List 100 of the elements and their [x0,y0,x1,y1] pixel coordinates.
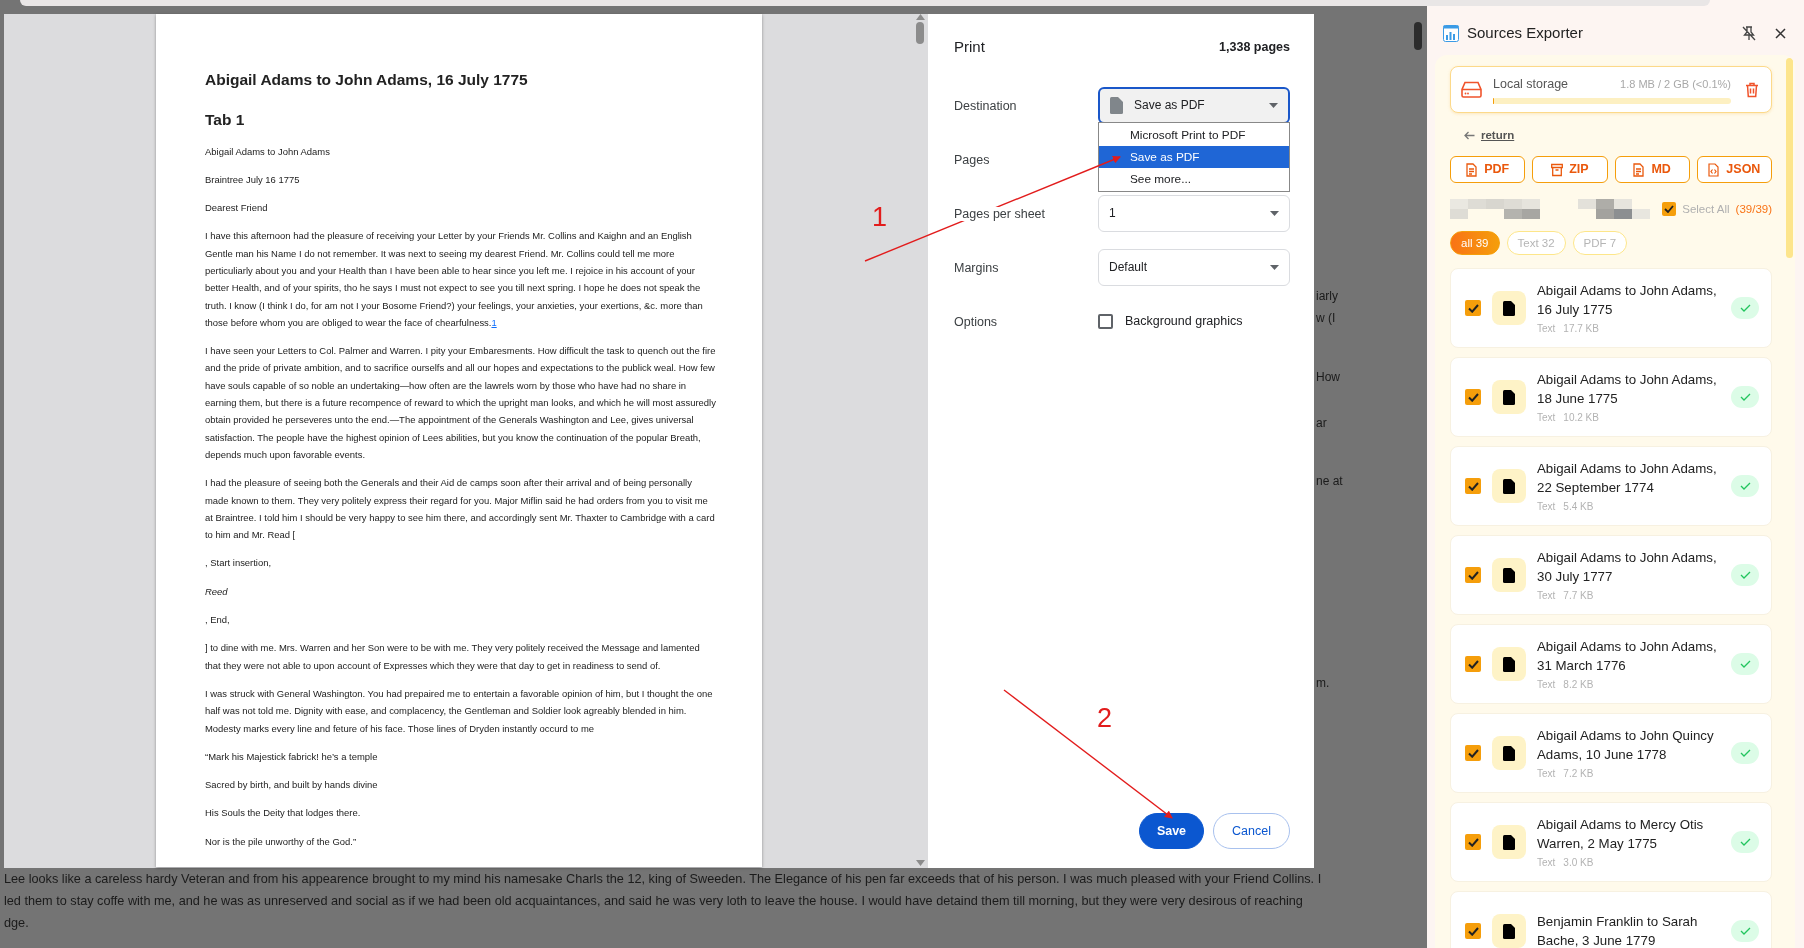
check-icon [1467,748,1479,758]
source-type: Text [1537,588,1556,603]
document-paragraph: ] to dine with me. Mrs. Warren and her Son were to be with me. They very politely received the Message and lamented that they were not able to upon account of Expresses which they were that day to get in readiness to send of. [205,641,701,673]
checkbox[interactable] [1465,834,1481,851]
page-count: 1,338 pages [1219,38,1290,56]
export-button[interactable]: MD [1614,156,1690,184]
document-paragraph: I have this afternoon had the pleasure of receiving your Letter by your Friends Mr. Collins and Kaighn and an English Gentle man his Name I do not remember. It was next to seeing my dearest Friend. Mr. Collins could tell me more perticuliarly about you and your Health than I have been able to hear since you left me. I rejoice in his account of your better Health, and of your spirits, tho he says I must not expect to see you till next spring. I hope he does not speak the truth. I know (I think I do, for am not I your Bosome Friend?) your feelings, your anxieties, your exertions, &c. more than those before whom you are obliged to wear the face of chearfulness.1 [205,229,704,330]
export-button[interactable]: PDF [1450,156,1526,184]
source-size: 5.4 KB [1563,499,1594,514]
close-icon[interactable] [1775,27,1786,39]
check-icon [1739,482,1751,491]
source-card[interactable]: Abigail Adams to John Quincy Adams, 10 June 1778 Text 7.2 KB [1450,713,1772,794]
source-size: 3.0 KB [1563,855,1594,870]
check-icon [1467,392,1479,402]
check-icon [1467,926,1479,936]
back-link[interactable]: return [1464,127,1515,145]
text-fragment: w (I [1316,310,1336,327]
document-paragraph: “Mark his Majestick fabrick! he’s a temple [205,749,379,764]
checkbox[interactable] [1465,478,1481,495]
trash-icon[interactable] [1745,81,1759,98]
document-icon [1503,567,1515,583]
check-icon [1739,393,1751,402]
source-card[interactable]: Abigail Adams to John Adams, 18 June 1775 Text 10.2 KB [1450,357,1772,438]
document-icon [1503,923,1515,939]
source-card[interactable]: Abigail Adams to John Adams, 30 July 1777 Text 7.7 KB [1450,535,1772,616]
footnote-link[interactable]: 1 [491,316,497,328]
check-icon [1739,838,1751,847]
checkbox[interactable] [1465,923,1481,940]
dropdown-option[interactable]: Microsoft Print to PDF [1099,123,1289,146]
source-card[interactable]: Abigail Adams to John Adams, 31 March 1776 Text 8.2 KB [1450,624,1772,705]
document-icon [1503,834,1515,850]
document-heading: Tab 1 [205,110,246,131]
checkbox[interactable] [1465,656,1481,673]
check-icon [1467,570,1479,580]
document-paragraph: His Souls the Deity that lodges there. [205,806,362,821]
text-fragment: iarly [1316,288,1338,305]
source-card[interactable]: Abigail Adams to Mercy Otis Warren, 2 May 1775 Text 3.0 KB [1450,802,1772,883]
text-line: dge. [4,915,29,932]
document-paragraph: I was struck with General Washington. You had prepaired me to entertain a favorable opinion of him, but I thought the one half was not told me. Dignity with ease, and complacency, the Gentleman and Soldier look agreably blended in him. Modesty marks every line and feture of his face. Those lines of Dryden instantly occurd to me [205,686,714,736]
dropdown-option[interactable]: See more... [1099,167,1289,190]
document-paragraph: Reed [205,584,229,599]
source-title: Abigail Adams to John Adams, 22 September 1774 [1537,459,1718,498]
source-type: Text [1537,766,1556,781]
document-icon [1503,389,1515,405]
source-title: Abigail Adams to John Adams, 30 July 1777 [1537,548,1718,587]
export-button[interactable]: ZIP [1532,156,1608,184]
file-icon [1110,96,1123,114]
select-all-label: Select All [1682,201,1730,217]
cancel-button[interactable]: Cancel [1213,813,1290,849]
source-title: Abigail Adams to Mercy Otis Warren, 2 May 1775 [1537,815,1705,854]
dropdown-option[interactable]: Save as PDF [1099,145,1289,168]
check-icon [1664,205,1675,214]
source-card[interactable]: Abigail Adams to John Adams, 22 September 1774 Text 5.4 KB [1450,446,1772,527]
checkbox[interactable] [1098,313,1113,329]
caret-icon [1270,264,1279,270]
select-field[interactable]: Default [1098,248,1290,286]
source-title: Abigail Adams to John Adams, 31 March 1776 [1537,637,1718,676]
check-icon [1739,304,1751,313]
source-size: 17.7 KB [1563,321,1599,336]
text-fragment: ar [1316,415,1327,432]
source-title: Abigail Adams to John Adams, 18 June 1775 [1537,370,1718,409]
dialog-title: Print [954,36,985,57]
source-card[interactable]: Benjamin Franklin to Sarah Bache, 3 June 1779 [1450,891,1772,948]
setting-label: Options [954,315,998,329]
document-icon [1633,162,1646,177]
storage-label: Local storage [1493,75,1569,93]
checkbox[interactable] [1465,389,1481,406]
checkbox[interactable] [1465,300,1481,317]
source-type: Text [1537,499,1556,514]
text-line: Lee looks like a careless hardy Veteran and from his appearence brought to my mind his namesake Charls the 12, king of Sweeden. The Elegance of his pen far exceeds that of his person. I was much pleased with your Friend Collins. I [4,871,1322,888]
setting-label: Pages per sheet [954,207,1046,221]
selection-count: (39/39) [1735,201,1772,217]
unpin-icon[interactable] [1742,25,1756,41]
checkbox-label: Background graphics [1125,312,1243,330]
document-icon [1466,162,1479,177]
export-button[interactable]: JSON [1696,156,1772,184]
archive-icon [1551,162,1564,177]
document-paragraph: I had the pleasure of seeing both the Generals and their Aid de camps soon after their arrival and of being personally made known to them. They very politely express their regard for you. Major Miflin said he had orders from you to visit me at Braintree. I told him I should be very happy to see him there, and accordingly sent Mr. Thaxter to Cambridge with a card to him and Mr. Read [ [205,476,716,543]
document-paragraph: Nor is the pile unworthy of the God.” [205,834,358,849]
setting-label: Margins [954,261,999,275]
checkbox[interactable] [1465,745,1481,762]
check-icon [1739,660,1751,669]
document-paragraph: I have seen your Letters to Col. Palmer and Warren. I pity your Embaresments. How difficult the task to quench out the fire and the pride of private ambition, and to sacrifice ourselfs and all our hopes and expectations to the publick weal. How few have souls capable of so noble an undertaking—how often are the lawrels worn by those who have had no share in earning them, but there is a future recompence of reward to which the upright man looks, and which he will most assuredly obtain provided he perseveres unto the end.—The appointment of the Generals Washington and Lee, gives universal satisfaction. The people have the highest opinion of Lees abilities, but you know the continuation of the popular Breath, depends much upon favorable events. [205,344,717,462]
checkbox[interactable] [1465,567,1481,584]
source-title: Benjamin Franklin to Sarah Bache, 3 June 1779 [1537,912,1699,948]
source-type: Text [1537,855,1556,870]
document-paragraph: Dearest Friend [205,201,269,216]
source-card[interactable]: Abigail Adams to John Adams, 16 July 1775 Text 17.7 KB [1450,268,1772,349]
check-icon [1467,303,1479,313]
document-paragraph: , End, [205,613,231,628]
document-paragraph: Sacred by birth, and built by hands divine [205,778,379,793]
document-icon [1503,478,1515,494]
scrollbar-thumb[interactable] [915,22,924,44]
scrollbar-thumb[interactable] [1414,22,1422,50]
select-field[interactable]: 1 [1098,194,1290,232]
save-button[interactable]: Save [1138,813,1205,849]
checkbox[interactable] [1662,202,1677,217]
scrollbar-thumb[interactable] [1786,58,1793,258]
document-title: Abigail Adams to John Adams, 16 July 1775 [205,70,529,90]
arrow-left-icon [1464,131,1475,141]
